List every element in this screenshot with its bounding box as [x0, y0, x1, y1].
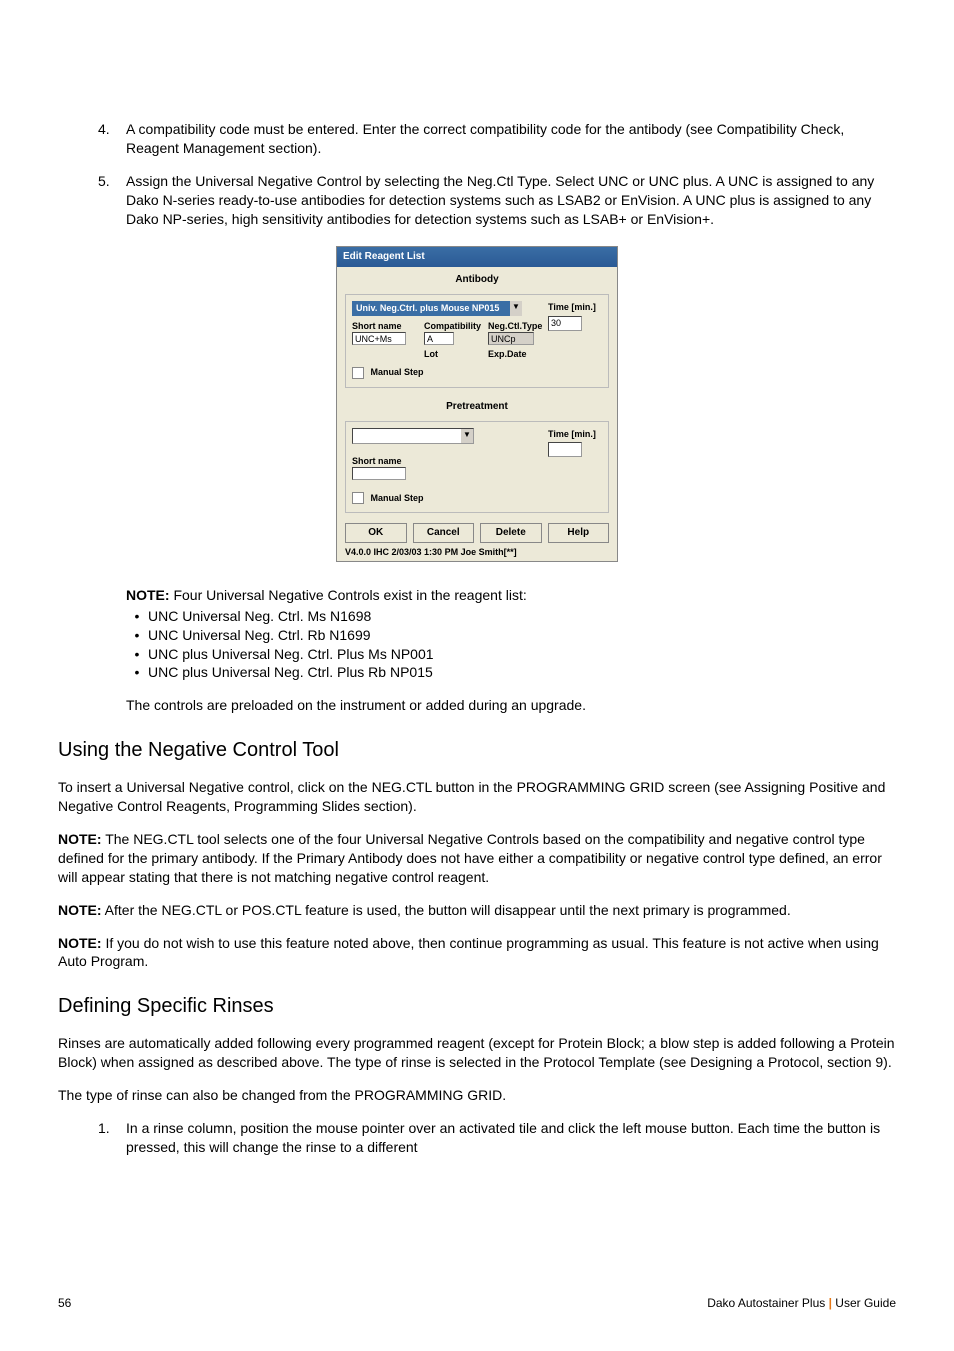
unc-bullet-list: UNC Universal Neg. Ctrl. Ms N1698 UNC Un… [126, 607, 896, 683]
note-label: NOTE: [126, 587, 170, 603]
edit-reagent-dialog: Edit Reagent List Antibody Univ. Neg.Ctr… [336, 246, 618, 561]
neg-type-select[interactable]: UNCp [488, 332, 534, 345]
list-item-4-num: 4. [98, 120, 126, 158]
time-input[interactable]: 30 [548, 316, 582, 331]
ok-button[interactable]: OK [345, 523, 407, 543]
list-item-5: 5. Assign the Universal Negative Control… [58, 172, 896, 229]
footer-tail: User Guide [835, 1296, 896, 1310]
note-trailer: The controls are preloaded on the instru… [126, 696, 896, 715]
list-item-5-num: 5. [98, 172, 126, 229]
unc-bullet-4: UNC plus Universal Neg. Ctrl. Plus Rb NP… [126, 663, 896, 682]
dialog-button-row: OK Cancel Delete Help [337, 519, 617, 545]
unc-bullet-3: UNC plus Universal Neg. Ctrl. Plus Ms NP… [126, 645, 896, 664]
neg-tool-p1: To insert a Universal Negative control, … [58, 778, 896, 816]
compat-label: Compatibility [424, 320, 482, 332]
neg-tool-note-c: NOTE: If you do not wish to use this fea… [58, 934, 896, 972]
heading-rinses: Defining Specific Rinses [58, 993, 896, 1020]
rinse-step-1-num: 1. [98, 1119, 126, 1157]
compat-input[interactable]: A [424, 332, 454, 345]
chevron-down-icon: ▼ [510, 301, 522, 315]
antibody-time-col: Time [min.] 30 [548, 301, 600, 330]
neg-tool-note-a: NOTE: The NEG.CTL tool selects one of th… [58, 830, 896, 887]
exp-date-label: Exp.Date [488, 348, 548, 360]
neg-type-label: Neg.Ctl.Type [488, 320, 548, 332]
pretreat-heading: Pretreatment [337, 394, 617, 418]
note-unc-list: NOTE: Four Universal Negative Controls e… [126, 586, 896, 715]
note-text: The NEG.CTL tool selects one of the four… [58, 831, 882, 885]
footer-product: Dako Autostainer Plus [707, 1296, 825, 1310]
note-label: NOTE: [58, 902, 102, 918]
note-label: NOTE: [58, 935, 102, 951]
pretreat-time-col: Time [min.] [548, 428, 600, 457]
pretreat-time-label: Time [min.] [548, 428, 600, 440]
antibody-panel: Univ. Neg.Ctrl. plus Mouse NP015 ▼ Time … [345, 294, 609, 387]
pretreat-manual-step-label: Manual Step [371, 493, 424, 503]
pretreat-dropdown[interactable]: ▼ [352, 428, 474, 444]
pretreat-time-input[interactable] [548, 442, 582, 457]
neg-tool-note-b: NOTE: After the NEG.CTL or POS.CTL featu… [58, 901, 896, 920]
time-label: Time [min.] [548, 301, 600, 313]
note-lead: Four Universal Negative Controls exist i… [170, 587, 527, 603]
unc-bullet-1: UNC Universal Neg. Ctrl. Ms N1698 [126, 607, 896, 626]
rinses-p1: Rinses are automatically added following… [58, 1034, 896, 1072]
numbered-list-top: 4. A compatibility code must be entered.… [58, 120, 896, 228]
delete-button[interactable]: Delete [480, 523, 542, 543]
rinses-p2: The type of rinse can also be changed fr… [58, 1086, 896, 1105]
dialog-status-bar: V4.0.0 IHC 2/03/03 1:30 PM Joe Smith[**] [337, 545, 617, 561]
antibody-manual-step-checkbox[interactable] [352, 367, 364, 379]
heading-neg-control-tool: Using the Negative Control Tool [58, 737, 896, 764]
note-text: After the NEG.CTL or POS.CTL feature is … [102, 902, 791, 918]
dialog-titlebar: Edit Reagent List [337, 247, 617, 267]
list-item-5-text: Assign the Universal Negative Control by… [126, 172, 896, 229]
chevron-down-icon: ▼ [461, 429, 473, 443]
list-item-4-text: A compatibility code must be entered. En… [126, 120, 896, 158]
page-number: 56 [58, 1295, 71, 1311]
cancel-button[interactable]: Cancel [413, 523, 475, 543]
list-item-4: 4. A compatibility code must be entered.… [58, 120, 896, 158]
footer-right: Dako Autostainer Plus | User Guide [707, 1295, 896, 1311]
short-name-label: Short name [352, 320, 418, 332]
pretreat-manual-step-checkbox[interactable] [352, 492, 364, 504]
rinse-step-1-text: In a rinse column, position the mouse po… [126, 1119, 896, 1157]
pretreat-short-name-input[interactable] [352, 467, 406, 480]
pretreat-panel: ▼ Time [min.] Short name Manual Step [345, 421, 609, 513]
note-text: If you do not wish to use this feature n… [58, 935, 879, 970]
antibody-manual-step-label: Manual Step [371, 367, 424, 377]
dialog-figure-wrap: Edit Reagent List Antibody Univ. Neg.Ctr… [58, 246, 896, 561]
footer-sep: | [825, 1296, 835, 1310]
unc-bullet-2: UNC Universal Neg. Ctrl. Rb N1699 [126, 626, 896, 645]
lot-label: Lot [424, 348, 482, 360]
help-button[interactable]: Help [548, 523, 610, 543]
antibody-heading: Antibody [337, 267, 617, 291]
antibody-dropdown[interactable]: Univ. Neg.Ctrl. plus Mouse NP015 ▼ [352, 301, 522, 315]
antibody-dropdown-text: Univ. Neg.Ctrl. plus Mouse NP015 [356, 303, 499, 313]
note-label: NOTE: [58, 831, 102, 847]
rinse-steps-list: 1. In a rinse column, position the mouse… [58, 1119, 896, 1157]
short-name-input[interactable]: UNC+Ms [352, 332, 406, 345]
page-footer: 56 Dako Autostainer Plus | User Guide [58, 1295, 896, 1311]
rinse-step-1: 1. In a rinse column, position the mouse… [58, 1119, 896, 1157]
